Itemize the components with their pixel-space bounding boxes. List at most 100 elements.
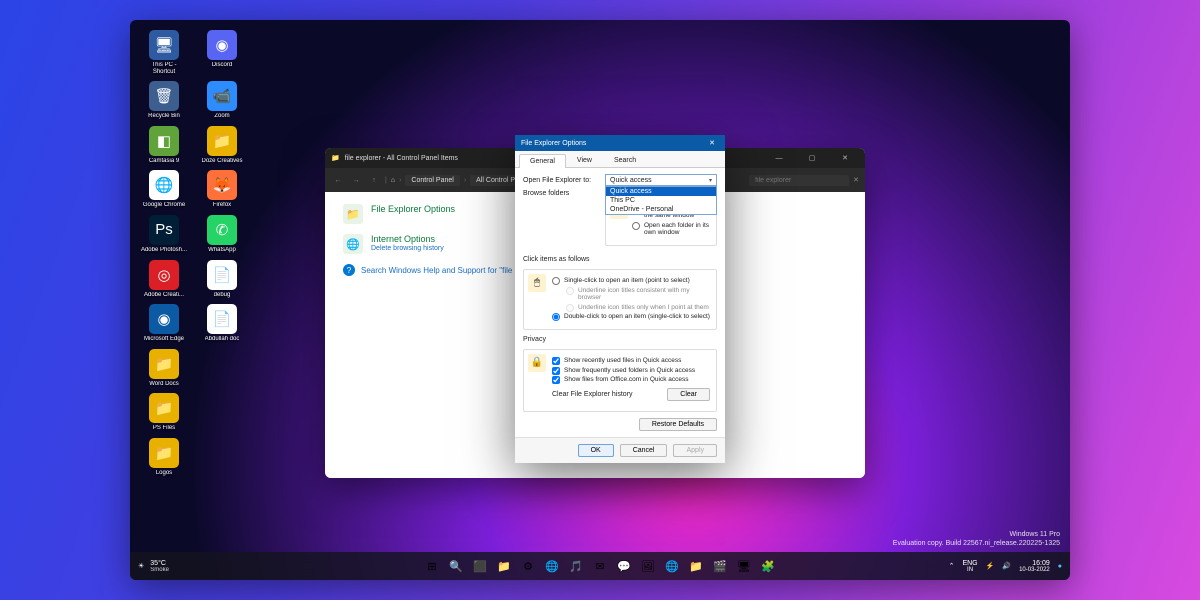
desktop-icon[interactable]: 🦊Firefox xyxy=(198,170,246,209)
maximize-button[interactable]: ▢ xyxy=(798,154,826,162)
window-title: file explorer - All Control Panel Items xyxy=(345,155,458,162)
desktop-icon[interactable]: ◉ Microsoft Edge xyxy=(140,304,188,343)
taskbar-app-icon[interactable]: ⊞ xyxy=(422,556,442,576)
icon-label: Zoom xyxy=(214,113,229,120)
cancel-button[interactable]: Cancel xyxy=(620,444,668,457)
app-icon: 📄 xyxy=(207,260,237,290)
dialog-titlebar[interactable]: File Explorer Options ✕ xyxy=(515,135,725,151)
app-icon: 🖥 xyxy=(149,30,179,60)
item-label: File Explorer Options xyxy=(371,204,455,214)
icon-label: Microsoft Edge xyxy=(144,336,184,343)
clear-button[interactable]: Clear xyxy=(667,388,710,401)
volume-icon[interactable]: 🔊 xyxy=(1002,562,1011,570)
clear-search-icon[interactable]: ✕ xyxy=(853,176,859,184)
restore-defaults-button[interactable]: Restore Defaults xyxy=(639,418,717,431)
forward-button[interactable]: → xyxy=(349,177,363,184)
browse-folders-label: Browse folders xyxy=(523,190,599,197)
desktop-icon[interactable]: 🖥This PC - Shortcut xyxy=(140,30,188,75)
desktop-icon[interactable]: 📁PS Files xyxy=(140,393,188,432)
desktop-icon[interactable]: 📁Word Docs xyxy=(140,349,188,388)
icon-label: Adobe Creati... xyxy=(144,292,184,299)
app-icon: ◎ xyxy=(149,260,179,290)
taskbar-app-icon[interactable]: 🎵 xyxy=(566,556,586,576)
checkbox-option[interactable]: Show files from Office.com in Quick acce… xyxy=(552,376,710,384)
app-icon: ◉ xyxy=(149,304,179,334)
dropdown-option[interactable]: OneDrive - Personal xyxy=(606,205,716,214)
desktop-icon[interactable]: 🗑Recycle Bin xyxy=(140,81,188,120)
taskbar-app-icon[interactable]: 📁 xyxy=(686,556,706,576)
desktop-icon[interactable]: ◧ Camtasia 9 xyxy=(140,126,188,165)
desktop-icon[interactable]: 📄Abdullah doc xyxy=(198,304,246,343)
breadcrumb[interactable]: Control Panel xyxy=(405,175,459,186)
apply-button[interactable]: Apply xyxy=(673,444,717,457)
item-icon: 🌐 xyxy=(343,234,363,254)
ok-button[interactable]: OK xyxy=(578,444,614,457)
taskbar[interactable]: ☀ 35°C Smoke ⊞🔍⬛📁⚙🌐🎵✉💬🖼🌐📁🎬🖥🧩 ⌃ ENG IN ⚡ … xyxy=(130,552,1070,580)
radio-option[interactable]: Double-click to open an item (single-cli… xyxy=(552,313,710,321)
desktop-icon[interactable]: 🌐 Google Chrome xyxy=(140,170,188,209)
icon-label: Adobe Photosh... xyxy=(141,247,187,254)
search-input[interactable] xyxy=(749,175,849,186)
dropdown-option[interactable]: This PC xyxy=(606,196,716,205)
watermark: Windows 11 Pro Evaluation copy. Build 22… xyxy=(893,530,1060,548)
desktop-icon[interactable]: PsAdobe Photosh... xyxy=(140,215,188,254)
close-icon[interactable]: ✕ xyxy=(705,139,719,147)
desktop-icon[interactable]: ◎ Adobe Creati... xyxy=(140,260,188,299)
taskbar-app-icon[interactable]: 🧩 xyxy=(758,556,778,576)
clock[interactable]: 16:09 10-03-2022 xyxy=(1019,560,1050,573)
desktop-icon[interactable]: ◉Discord xyxy=(198,30,246,75)
radio-option: Underline icon titles consistent with my… xyxy=(566,287,710,303)
desktop-icon[interactable]: 📹Zoom xyxy=(198,81,246,120)
taskbar-app-icon[interactable]: ⬛ xyxy=(470,556,490,576)
tab-general[interactable]: General xyxy=(519,154,566,168)
taskbar-app-icon[interactable]: 🌐 xyxy=(662,556,682,576)
checkbox-option[interactable]: Show frequently used folders in Quick ac… xyxy=(552,367,710,375)
taskbar-app-icon[interactable]: 🎬 xyxy=(710,556,730,576)
tab-search[interactable]: Search xyxy=(603,153,647,167)
language-indicator[interactable]: ENG IN xyxy=(962,560,977,573)
taskbar-app-icon[interactable]: ✉ xyxy=(590,556,610,576)
icon-label: Camtasia 9 xyxy=(149,158,179,165)
radio-option[interactable]: Single-click to open an item (point to s… xyxy=(552,277,710,285)
desktop-icon[interactable]: 📁Doze Creatives xyxy=(198,126,246,165)
wifi-icon[interactable]: ⚡ xyxy=(986,562,995,570)
minimize-button[interactable]: — xyxy=(765,155,793,162)
checkbox-option[interactable]: Show recently used files in Quick access xyxy=(552,357,710,365)
tray-chevron-icon[interactable]: ⌃ xyxy=(949,562,955,570)
open-to-select[interactable]: Quick access▾ Quick accessThis PCOneDriv… xyxy=(605,174,717,186)
radio-option[interactable]: Open each folder in its own window xyxy=(632,222,710,238)
desktop-screen: 🖥This PC - Shortcut◉Discord🗑Recycle Bin📹… xyxy=(130,20,1070,580)
app-icon: 📁 xyxy=(149,393,179,423)
tab-view[interactable]: View xyxy=(566,153,603,167)
app-icon: ◧ xyxy=(149,126,179,156)
folder-icon: 📁 xyxy=(331,154,340,162)
icon-label: Google Chrome xyxy=(143,202,185,209)
dropdown-option[interactable]: Quick access xyxy=(606,187,716,196)
taskbar-app-icon[interactable]: 💬 xyxy=(614,556,634,576)
back-button[interactable]: ← xyxy=(331,177,345,184)
app-icon: 📄 xyxy=(207,304,237,334)
file-explorer-options-dialog: File Explorer Options ✕ GeneralViewSearc… xyxy=(515,135,725,463)
taskbar-app-icon[interactable]: 📁 xyxy=(494,556,514,576)
desktop-icons-grid: 🖥This PC - Shortcut◉Discord🗑Recycle Bin📹… xyxy=(140,30,246,477)
app-icon: 🌐 xyxy=(149,170,179,200)
taskbar-app-icon[interactable]: ⚙ xyxy=(518,556,538,576)
icon-label: Discord xyxy=(212,62,232,69)
close-button[interactable]: ✕ xyxy=(831,154,859,162)
taskbar-app-icon[interactable]: 🖥 xyxy=(734,556,754,576)
taskbar-app-icon[interactable]: 🖼 xyxy=(638,556,658,576)
item-sublink[interactable]: Delete browsing history xyxy=(371,245,444,252)
item-icon: 📁 xyxy=(343,204,363,224)
icon-label: Logos xyxy=(156,470,172,477)
desktop-icon[interactable]: ✆WhatsApp xyxy=(198,215,246,254)
home-icon[interactable]: ⌂ xyxy=(391,177,395,184)
taskbar-app-icon[interactable]: 🌐 xyxy=(542,556,562,576)
desktop-icon[interactable]: 📁Logos xyxy=(140,438,188,477)
up-button[interactable]: ↑ xyxy=(367,177,381,184)
desktop-icon[interactable]: 📄 debug xyxy=(198,260,246,299)
taskbar-app-icon[interactable]: 🔍 xyxy=(446,556,466,576)
notification-icon[interactable]: ● xyxy=(1058,563,1062,570)
icon-label: debug xyxy=(214,292,231,299)
icon-label: Recycle Bin xyxy=(148,113,180,120)
weather-widget[interactable]: ☀ 35°C Smoke xyxy=(138,560,169,573)
